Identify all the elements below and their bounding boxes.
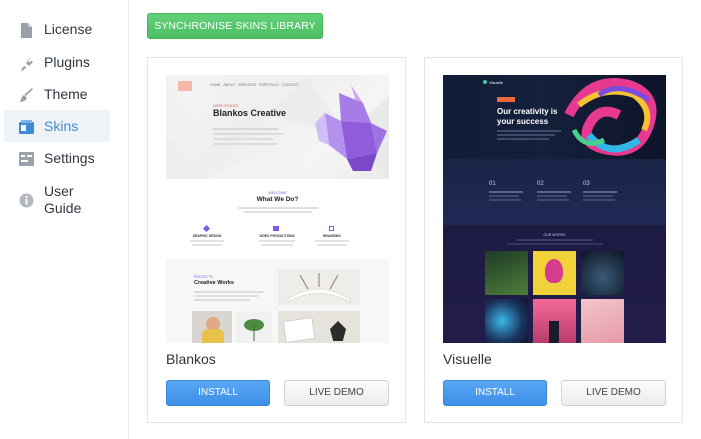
sidebar-item-plugins[interactable]: Plugins (4, 54, 110, 72)
hero-badge (497, 97, 515, 102)
preview-works-section: PROJECTS Creative Works (166, 259, 389, 343)
sidebar-item-settings[interactable]: Settings (4, 150, 110, 168)
sidebar-item-label: Skins (44, 118, 79, 134)
service-icon (329, 226, 334, 231)
section-heading: What We Do? (256, 196, 299, 203)
skin-card-visuelle: Visuelle Our creativity is your success … (424, 57, 683, 423)
live-demo-button[interactable]: LIVE DEMO (561, 380, 666, 406)
sidebar-item-label: User Guide (44, 183, 82, 216)
skin-preview-visuelle[interactable]: Visuelle Our creativity is your success … (443, 75, 666, 343)
skin-card-blankos: HOME ABOUT SERVICES PORTFOLIO CONTACT WE… (147, 57, 406, 423)
portrait-thumbnail (192, 311, 232, 343)
sidebar-item-label: Plugins (44, 54, 90, 70)
sidebar-item-label: Theme (44, 86, 88, 102)
book-thumbnail (278, 269, 360, 305)
service-icon (202, 224, 211, 233)
skin-preview-blankos[interactable]: HOME ABOUT SERVICES PORTFOLIO CONTACT WE… (166, 75, 389, 343)
preview-services-section: WELCOME What We Do? GRAPHIC DESIGN VIDEO… (166, 179, 389, 259)
sidebar-item-user-guide[interactable]: User Guide (4, 183, 110, 217)
sidebar-item-skins[interactable]: Skins (4, 110, 110, 142)
brand-name: Visuelle (489, 80, 503, 85)
preview-hero: HOME ABOUT SERVICES PORTFOLIO CONTACT WE… (166, 75, 389, 179)
gallery-thumbnail (533, 299, 576, 343)
desk-thumbnail (278, 311, 360, 343)
skin-title: Blankos (166, 351, 216, 367)
sidebar-item-license[interactable]: License (4, 21, 110, 39)
gallery-thumbnail (581, 251, 624, 295)
sidebar-item-label: License (44, 21, 93, 37)
sidebar: License Plugins Theme Skins Settings Use… (0, 0, 129, 439)
paint-swirl-artwork (564, 78, 657, 156)
preview-gallery-section: OUR WORKS (443, 225, 666, 343)
gallery-thumbnail (485, 251, 528, 295)
synchronise-skins-button[interactable]: SYNCHRONISE SKINS LIBRARY (147, 13, 323, 39)
gallery-thumbnail (533, 251, 576, 295)
plant-thumbnail (236, 311, 272, 343)
service-icon (273, 226, 279, 231)
info-icon (18, 192, 34, 208)
skin-title: Visuelle (443, 351, 492, 367)
rhino-illustration (315, 85, 387, 171)
preview-hero: Visuelle Our creativity is your success (443, 75, 666, 159)
skins-icon (18, 119, 34, 135)
gallery-thumbnail (581, 299, 624, 343)
preview-steps-section: 01 02 03 (443, 159, 666, 225)
document-icon (18, 22, 34, 38)
hero-title: Blankos Creative (213, 108, 287, 118)
live-demo-button[interactable]: LIVE DEMO (284, 380, 389, 406)
plug-icon (18, 55, 34, 71)
works-title: Creative Works (194, 280, 234, 286)
settings-icon (18, 151, 34, 167)
sidebar-item-label: Settings (44, 150, 95, 166)
install-button[interactable]: INSTALL (443, 380, 547, 406)
logo-badge (178, 81, 192, 91)
gallery-thumbnail (485, 299, 528, 343)
sidebar-item-theme[interactable]: Theme (4, 86, 110, 104)
brush-icon (18, 87, 34, 103)
brand-logo-icon (483, 80, 487, 84)
install-button[interactable]: INSTALL (166, 380, 270, 406)
